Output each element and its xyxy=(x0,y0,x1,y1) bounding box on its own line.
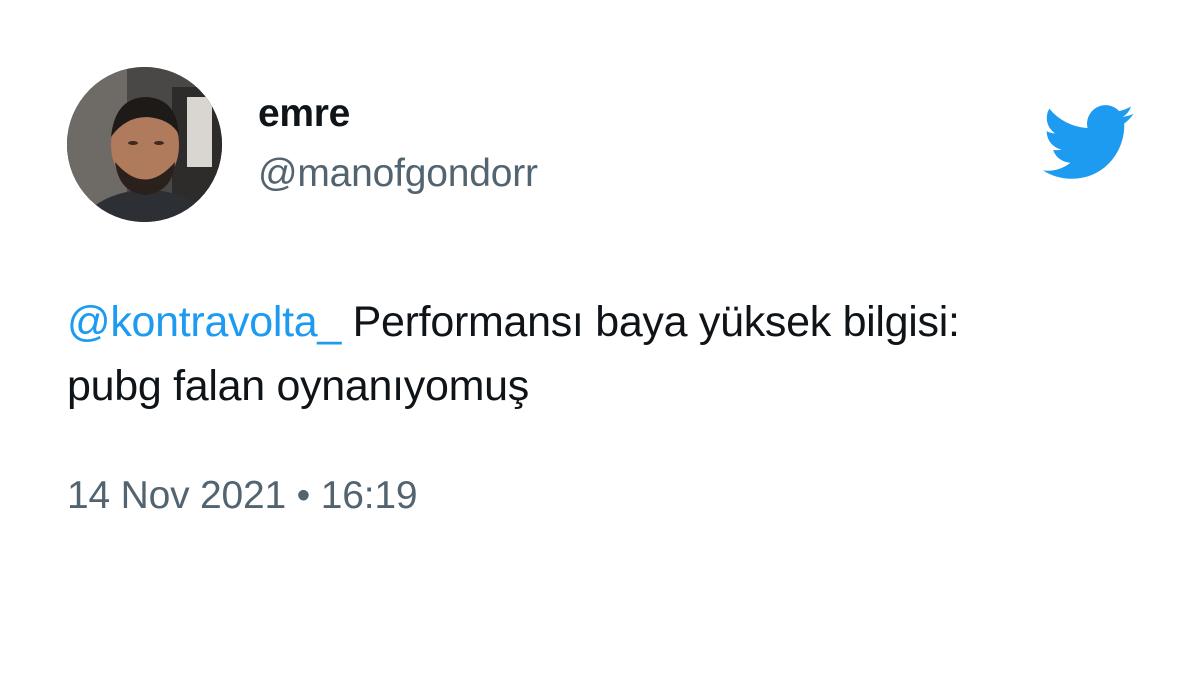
display-name[interactable]: emre xyxy=(258,92,350,136)
user-handle[interactable]: @manofgondorr xyxy=(258,152,538,196)
separator-dot: • xyxy=(296,474,311,517)
tweet-text-line-2: pubg falan oynanıyomuş xyxy=(67,362,529,410)
avatar[interactable] xyxy=(67,67,222,222)
timestamp[interactable]: 14 Nov 2021 • 16:19 xyxy=(67,474,418,518)
mention-link[interactable]: @kontravolta_ xyxy=(67,298,341,346)
tweet-text: @kontravolta_ Performansı baya yüksek bi… xyxy=(67,290,1147,418)
tweet-text-line-1: @kontravolta_ Performansı baya yüksek bi… xyxy=(67,290,1147,354)
tweet-time: 16:19 xyxy=(320,474,418,517)
tweet-date: 14 Nov 2021 xyxy=(67,474,286,517)
twitter-bird-icon xyxy=(1043,103,1135,183)
tweet-text-line-1-body: Performansı baya yüksek bilgisi: xyxy=(341,298,960,346)
tweet-card: emre @manofgondorr @kontravolta_ Perform… xyxy=(0,0,1200,675)
